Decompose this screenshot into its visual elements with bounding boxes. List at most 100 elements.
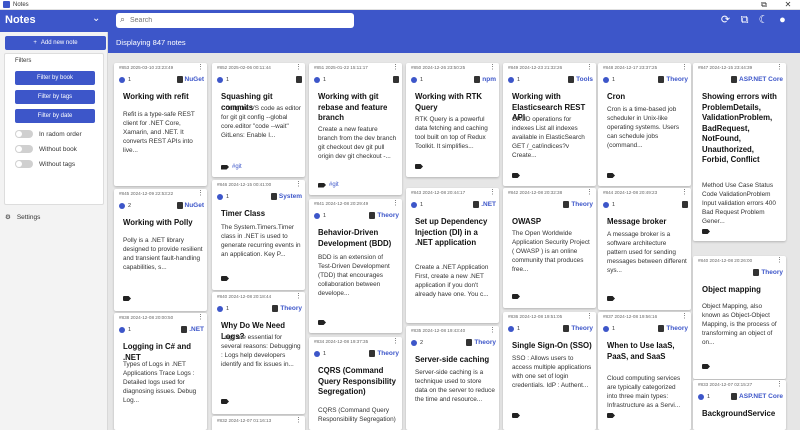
favorite-icon[interactable] [314, 213, 320, 219]
more-options-icon[interactable]: ⋮ [295, 64, 302, 71]
filter-by-book-button[interactable]: Filter by book [15, 71, 95, 85]
refresh-icon[interactable]: ⟳ [720, 14, 731, 27]
tag-icon[interactable] [512, 413, 520, 418]
more-options-icon[interactable]: ⋮ [197, 190, 204, 197]
note-card[interactable]: #846 2024-12-15 00:41:00 ⋮ 1 System Time… [212, 180, 305, 290]
book-badge[interactable]: npm [474, 76, 496, 83]
book-badge[interactable]: ASP.NET Core [731, 393, 783, 400]
open-new-icon[interactable]: ⧉ [739, 14, 750, 27]
more-options-icon[interactable]: ⋮ [197, 314, 204, 321]
favorite-icon[interactable] [603, 202, 609, 208]
tag-icon[interactable] [607, 413, 615, 418]
book-badge[interactable]: .NET [473, 201, 496, 208]
more-options-icon[interactable]: ⋮ [392, 338, 399, 345]
dark-mode-icon[interactable]: ☾ [758, 14, 769, 27]
restore-window-button[interactable]: ⧉ [752, 0, 776, 10]
note-card[interactable]: #843 2024-12-08 20:44:17 ⋮ 1 .NET Set up… [406, 188, 499, 323]
random-order-toggle[interactable] [15, 130, 33, 138]
more-options-icon[interactable]: ⋮ [586, 313, 593, 320]
book-badge[interactable]: Theory [272, 305, 302, 312]
note-card[interactable]: #833 2024-12-07 02:15:27 ⋮ 1 ASP.NET Cor… [693, 380, 786, 430]
search-input[interactable] [130, 14, 350, 26]
favorite-icon[interactable] [698, 394, 704, 400]
note-card[interactable]: #842 2024-12-08 20:32:38 ⋮ Theory OWASP … [503, 188, 596, 308]
note-card[interactable]: #847 2024-12-15 23:44:39 ⋮ ASP.NET Core … [693, 63, 786, 241]
favorite-icon[interactable] [217, 306, 223, 312]
account-icon[interactable]: ● [777, 14, 788, 27]
favorite-icon[interactable] [411, 77, 417, 83]
favorite-icon[interactable] [217, 77, 223, 83]
more-options-icon[interactable]: ⋮ [197, 64, 204, 71]
filter-by-tags-button[interactable]: Filter by tags [15, 90, 95, 104]
book-badge[interactable]: Theory [369, 350, 399, 357]
favorite-icon[interactable] [314, 351, 320, 357]
book-badge[interactable]: Theory [658, 76, 688, 83]
note-card[interactable]: #853 2025-03-10 23:23:49 ⋮ 1 NuGet Worki… [114, 63, 207, 186]
note-card[interactable]: #841 2024-12-08 20:29:49 ⋮ 1 Theory Beha… [309, 199, 402, 333]
favorite-icon[interactable] [603, 77, 609, 83]
tag-icon[interactable] [221, 276, 229, 281]
tag-icon[interactable] [512, 294, 520, 299]
book-badge[interactable] [682, 201, 688, 208]
favorite-icon[interactable] [411, 340, 417, 346]
more-options-icon[interactable]: ⋮ [776, 381, 783, 388]
favorite-icon[interactable] [119, 203, 125, 209]
more-options-icon[interactable]: ⋮ [586, 189, 593, 196]
favorite-icon[interactable] [217, 194, 223, 200]
book-badge[interactable]: Theory [466, 339, 496, 346]
tag-icon[interactable] [123, 296, 131, 301]
without-tags-toggle[interactable] [15, 160, 33, 168]
note-card[interactable]: #850 2024-12-26 23:50:25 ⋮ 1 npm Working… [406, 63, 499, 177]
note-card[interactable]: #832 2024-12-07 01:16:13 ⋮ [212, 416, 305, 430]
book-badge[interactable]: Theory [658, 325, 688, 332]
more-options-icon[interactable]: ⋮ [392, 200, 399, 207]
favorite-icon[interactable] [508, 77, 514, 83]
tag-label[interactable]: #git [232, 164, 242, 170]
add-note-button[interactable]: + Add new note [5, 36, 106, 50]
tag-icon[interactable] [221, 164, 229, 170]
note-card[interactable]: #844 2024-12-08 20:49:23 ⋮ 1 Message bro… [598, 188, 691, 310]
favorite-icon[interactable] [508, 326, 514, 332]
book-badge[interactable] [296, 76, 302, 83]
note-card[interactable]: #851 2025-01-22 15:11:17 ⋮ 1 Working wit… [309, 63, 402, 195]
note-card[interactable]: #837 2024-12-08 19:56:16 ⋮ 1 Theory When… [598, 312, 691, 430]
favorite-icon[interactable] [411, 202, 417, 208]
book-badge[interactable]: System [270, 193, 302, 200]
book-badge[interactable]: .NET [181, 326, 204, 333]
note-card[interactable]: #836 2024-12-08 19:51:05 ⋮ 1 Theory Sing… [503, 312, 596, 430]
book-badge[interactable]: Theory [563, 201, 593, 208]
more-options-icon[interactable]: ⋮ [681, 64, 688, 71]
close-window-button[interactable]: ✕ [776, 0, 800, 10]
book-badge[interactable]: NuGet [176, 202, 204, 209]
more-options-icon[interactable]: ⋮ [776, 257, 783, 264]
tag-icon[interactable] [702, 364, 710, 369]
book-badge[interactable]: Tools [568, 76, 593, 83]
chevron-down-icon[interactable]: ⌄ [92, 13, 100, 24]
note-card[interactable]: #834 2024-12-08 19:37:35 ⋮ 1 Theory CQRS… [309, 337, 402, 430]
tag-icon[interactable] [607, 296, 615, 301]
tag-icon[interactable] [702, 229, 710, 234]
more-options-icon[interactable]: ⋮ [392, 64, 399, 71]
more-options-icon[interactable]: ⋮ [489, 64, 496, 71]
more-options-icon[interactable]: ⋮ [489, 327, 496, 334]
note-card[interactable]: #840 2024-12-08 20:26:00 ⋮ Theory Object… [693, 256, 786, 379]
book-badge[interactable] [393, 76, 399, 83]
search-box[interactable]: ⌕ [116, 13, 354, 28]
favorite-icon[interactable] [119, 327, 125, 333]
tag-icon[interactable] [318, 320, 326, 325]
favorite-icon[interactable] [314, 77, 320, 83]
more-options-icon[interactable]: ⋮ [776, 64, 783, 71]
more-options-icon[interactable]: ⋮ [295, 293, 302, 300]
tag-label[interactable]: #git [329, 182, 339, 188]
more-options-icon[interactable]: ⋮ [681, 313, 688, 320]
book-badge[interactable]: Theory [369, 212, 399, 219]
note-card[interactable]: #835 2024-12-08 19:43:40 ⋮ 2 Theory Serv… [406, 326, 499, 430]
more-options-icon[interactable]: ⋮ [489, 189, 496, 196]
filter-by-date-button[interactable]: Filter by date [15, 109, 95, 123]
tag-icon[interactable] [318, 182, 326, 188]
tag-icon[interactable] [607, 173, 615, 178]
more-options-icon[interactable]: ⋮ [586, 64, 593, 71]
note-card[interactable]: #838 2024-12-08 20:00:50 ⋮ 1 .NET Loggin… [114, 313, 207, 430]
more-options-icon[interactable]: ⋮ [295, 417, 302, 424]
book-badge[interactable]: NuGet [176, 76, 204, 83]
